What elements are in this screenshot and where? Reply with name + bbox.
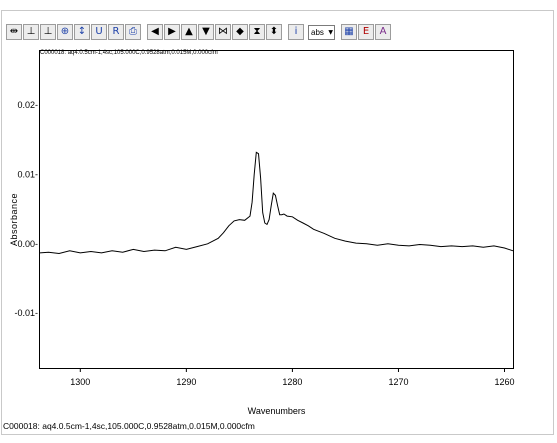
spectrum-info-footer: C000018: aq4.0.5cm-1,4sc,105.000C,0.9528… bbox=[3, 421, 255, 431]
x-tick-label: 1280 bbox=[282, 377, 302, 387]
y-axis-label: Absorbance bbox=[9, 193, 19, 246]
spectrum-line bbox=[39, 151, 514, 255]
x-tick-label: 1300 bbox=[70, 377, 90, 387]
y-tick-label: 0.02- bbox=[17, 100, 38, 110]
y-tick-label: -0.01- bbox=[14, 308, 38, 318]
absorbance-spectrum-chart: 0.02- 0.01- 0.00- -0.01- 1300 1290 1280 1270 126… bbox=[9, 100, 515, 416]
y-tick-label: 0.00- bbox=[17, 239, 38, 249]
x-tick-label: 1270 bbox=[388, 377, 408, 387]
y-tick-label: 0.01- bbox=[17, 169, 38, 179]
x-tick-label: 1260 bbox=[495, 377, 515, 387]
x-axis-label: Wavenumbers bbox=[248, 406, 306, 416]
x-tick-label: 1290 bbox=[176, 377, 196, 387]
